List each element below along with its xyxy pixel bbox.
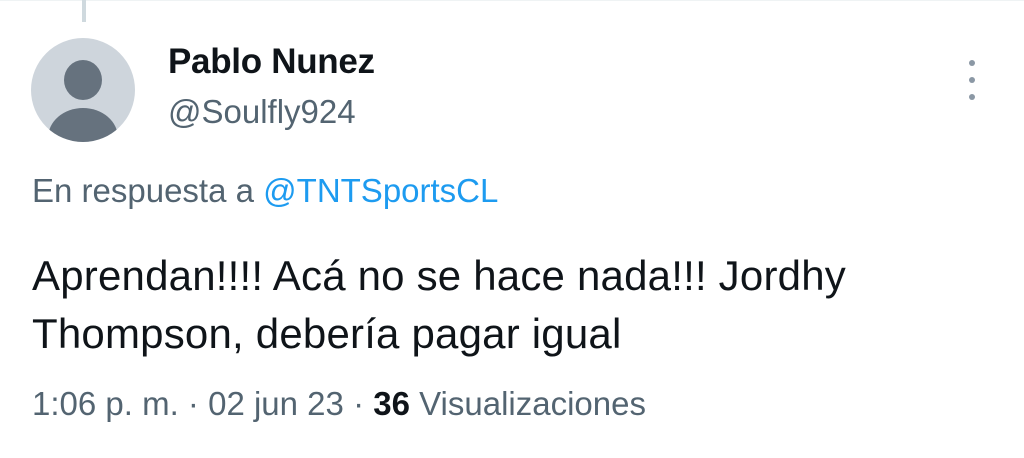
divider — [0, 0, 1024, 1]
author-handle[interactable]: @Soulfly924 — [168, 93, 356, 131]
more-dot — [969, 94, 975, 100]
more-dot — [969, 60, 975, 66]
reply-context: En respuesta a @TNTSportsCL — [32, 172, 498, 210]
more-options-icon[interactable] — [958, 60, 986, 100]
author-name[interactable]: Pablo Nunez — [168, 42, 375, 82]
tweet-text-line: Thompson, debería pagar igual — [32, 310, 622, 357]
meta-separator: · — [353, 385, 365, 422]
tweet-text-line: Aprendan!!!! Acá no se hace nada!!! Jord… — [32, 252, 846, 299]
tweet-time[interactable]: 1:06 p. m. — [32, 385, 179, 422]
tweet-metadata: 1:06 p. m. · 02 jun 23 · 36 Visualizacio… — [32, 385, 646, 423]
default-avatar-icon-body — [48, 108, 118, 142]
views-count[interactable]: 36 — [373, 385, 410, 422]
views-label[interactable]: Visualizaciones — [419, 385, 646, 422]
meta-separator: · — [187, 385, 199, 422]
default-avatar-icon-head — [64, 60, 102, 100]
avatar[interactable] — [31, 38, 135, 142]
more-dot — [969, 77, 975, 83]
tweet-date[interactable]: 02 jun 23 — [208, 385, 344, 422]
tweet-text: Aprendan!!!! Acá no se hace nada!!! Jord… — [32, 247, 992, 363]
reply-prefix: En respuesta a — [32, 172, 254, 209]
thread-connector-line — [82, 0, 86, 22]
reply-mention-link[interactable]: @TNTSportsCL — [263, 172, 498, 209]
